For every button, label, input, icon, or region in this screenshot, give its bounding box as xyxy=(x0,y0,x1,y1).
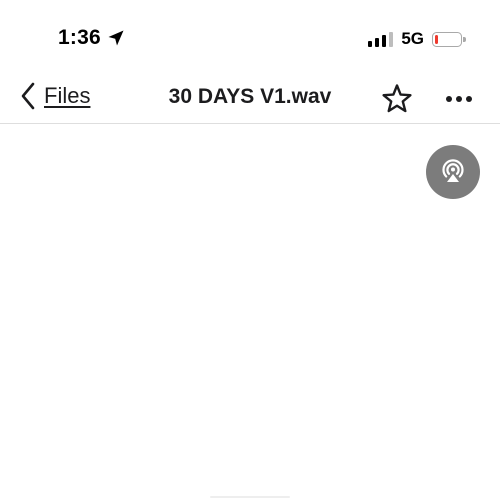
airplay-button[interactable] xyxy=(426,145,480,199)
home-indicator xyxy=(210,496,290,498)
location-arrow-icon xyxy=(108,30,124,46)
navigation-bar: 30 DAYS V1.wav Files xyxy=(0,72,500,124)
battery-cap xyxy=(463,36,466,42)
ellipsis-icon-dot xyxy=(446,96,452,102)
favorite-button[interactable] xyxy=(380,82,414,116)
signal-bar xyxy=(382,35,387,47)
chevron-left-icon xyxy=(21,82,35,110)
network-type: 5G xyxy=(401,29,424,48)
star-outline-icon xyxy=(382,84,412,113)
clock-time: 1:36 xyxy=(58,26,101,49)
airplay-audio-icon xyxy=(442,159,464,182)
file-title-label: 30 DAYS V1.wav xyxy=(168,85,332,108)
battery-icon xyxy=(432,31,466,47)
signal-bar xyxy=(375,38,380,47)
back-button[interactable]: Files xyxy=(20,82,90,110)
cellular-signal-icon xyxy=(368,31,394,47)
signal-bar xyxy=(389,32,394,47)
screen: 1:36 5G 30 DAYS V1.wav Files xyxy=(0,0,500,500)
signal-bar xyxy=(368,41,373,47)
back-button-label: Files xyxy=(44,83,91,108)
battery-level xyxy=(435,34,438,44)
ellipsis-icon-dot xyxy=(456,96,462,102)
status-indicators: 5G xyxy=(368,29,466,49)
ellipsis-icon-dot xyxy=(466,96,472,102)
status-bar: 1:36 5G xyxy=(0,0,500,80)
status-time: 1:36 xyxy=(58,26,125,50)
more-options-button[interactable] xyxy=(442,86,476,112)
file-preview-area xyxy=(0,124,500,500)
